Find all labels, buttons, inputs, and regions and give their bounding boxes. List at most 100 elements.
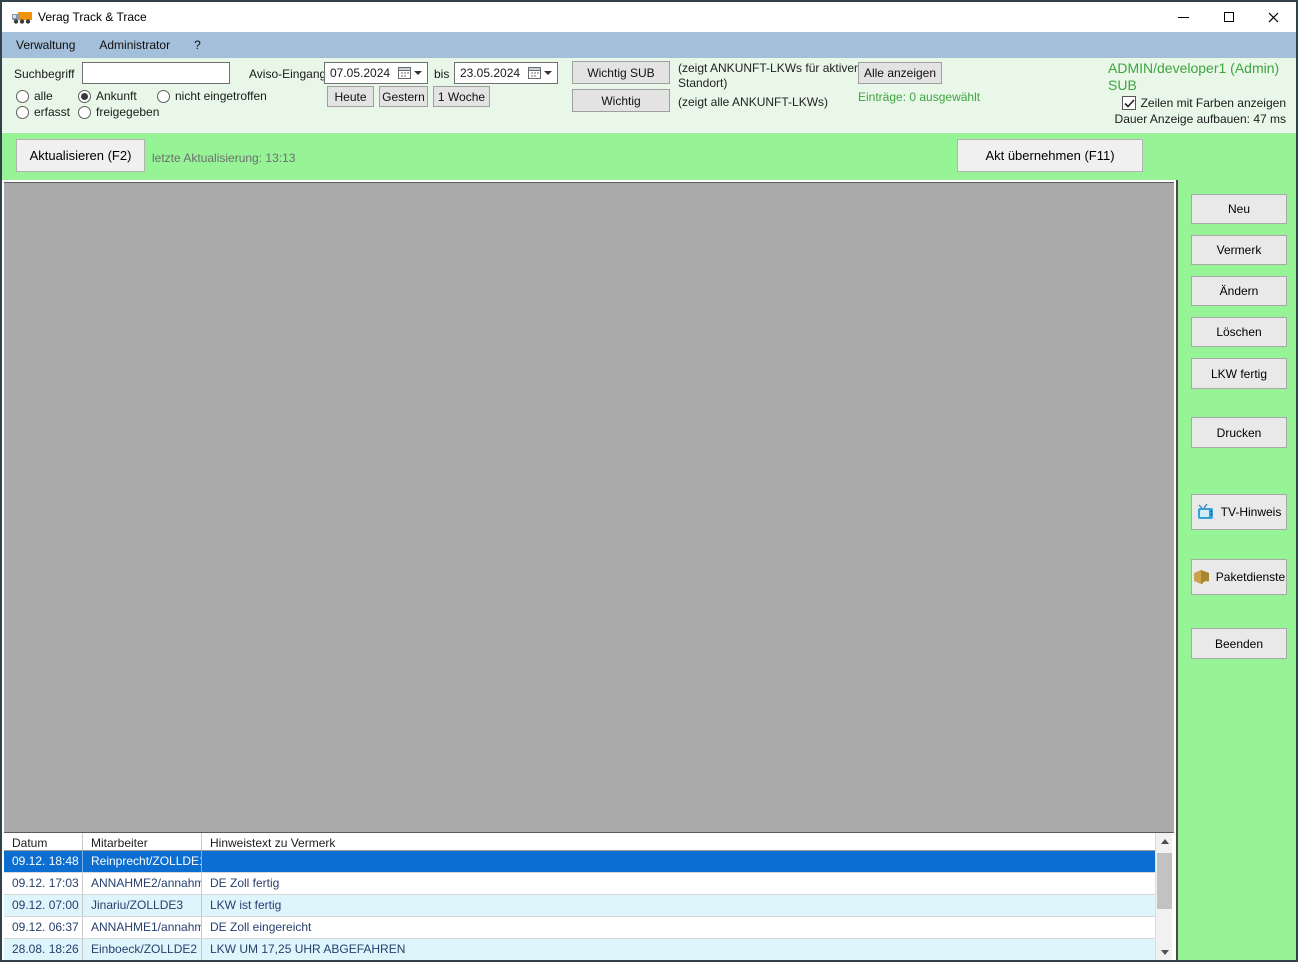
paketdienste-button[interactable]: Paketdienste xyxy=(1191,559,1287,595)
date-to-value: 23.05.2024 xyxy=(460,66,521,80)
table-scrollbar[interactable] xyxy=(1155,833,1173,960)
beenden-button[interactable]: Beenden xyxy=(1191,628,1287,659)
table-row[interactable]: 09.12. 06:37 ANNAHME1/annahme1 DE Zoll e… xyxy=(4,917,1155,939)
radio-alle[interactable]: alle xyxy=(16,89,53,103)
calendar-dropdown-button[interactable] xyxy=(393,63,427,83)
wichtig-button[interactable]: Wichtig xyxy=(572,89,670,112)
cell-datum: 09.12. 07:00 xyxy=(4,895,83,916)
package-icon xyxy=(1193,569,1210,585)
cell-mitarbeiter: ANNAHME2/annahme2 xyxy=(83,873,202,894)
user-info-block: ADMIN/developer1 (Admin) SUB Zeilen mit … xyxy=(1108,60,1286,126)
loeschen-button[interactable]: Löschen xyxy=(1191,317,1287,347)
vermerk-button[interactable]: Vermerk xyxy=(1191,235,1287,265)
cell-mitarbeiter: ANNAHME1/annahme1 xyxy=(83,917,202,938)
column-header-datum[interactable]: Datum xyxy=(4,833,83,850)
search-input[interactable] xyxy=(82,62,230,84)
window-title: Verag Track & Trace xyxy=(38,10,147,24)
menu-help[interactable]: ? xyxy=(182,32,213,58)
radio-label: nicht eingetroffen xyxy=(175,89,267,103)
chevron-down-icon xyxy=(544,71,552,75)
radio-label: Ankunft xyxy=(96,89,137,103)
maximize-icon xyxy=(1223,12,1234,22)
radio-ankunft[interactable]: Ankunft xyxy=(78,89,137,103)
radio-icon xyxy=(16,105,29,119)
alle-anzeigen-button[interactable]: Alle anzeigen xyxy=(858,62,942,84)
minimize-icon xyxy=(1178,16,1189,18)
last-refresh-text: letzte Aktualisierung: 13:13 xyxy=(152,151,296,165)
akt-uebernehmen-button[interactable]: Akt übernehmen (F11) xyxy=(957,139,1143,172)
aendern-button[interactable]: Ändern xyxy=(1191,276,1287,306)
scroll-up-button[interactable] xyxy=(1156,833,1173,850)
cell-mitarbeiter: Jinariu/ZOLLDE3 xyxy=(83,895,202,916)
date-from-picker[interactable]: 07.05.2024 xyxy=(324,62,428,84)
maximize-button[interactable] xyxy=(1206,2,1251,32)
cell-datum: 09.12. 17:03 xyxy=(4,873,83,894)
filter-toolbar: Suchbegriff alle Ankunft nicht eingetrof… xyxy=(2,58,1296,132)
lkw-fertig-button[interactable]: LKW fertig xyxy=(1191,358,1287,389)
cell-datum: 09.12. 18:48 xyxy=(4,851,83,872)
table-row[interactable]: 09.12. 07:00 Jinariu/ZOLLDE3 LKW ist fer… xyxy=(4,895,1155,917)
column-header-hinweistext[interactable]: Hinweistext zu Vermerk xyxy=(202,833,1155,850)
calendar-dropdown-button[interactable] xyxy=(523,63,557,83)
radio-erfasst[interactable]: erfasst xyxy=(16,105,70,119)
table-row[interactable]: 28.08. 18:26 Einboeck/ZOLLDE2 LKW UM 17,… xyxy=(4,939,1155,960)
wichtig-sub-button[interactable]: Wichtig SUB xyxy=(572,61,670,84)
radio-icon xyxy=(78,89,91,103)
drucken-button[interactable]: Drucken xyxy=(1191,417,1287,448)
aviso-eingang-label: Aviso-Eingang xyxy=(249,67,327,81)
chevron-down-icon xyxy=(414,71,422,75)
radio-icon xyxy=(16,89,29,103)
cell-mitarbeiter: Reinprecht/ZOLLDE1 xyxy=(83,851,202,872)
cell-datum: 09.12. 06:37 xyxy=(4,917,83,938)
radio-label: freigegeben xyxy=(96,105,160,119)
close-button[interactable] xyxy=(1251,2,1296,32)
grid-header: Datum Mitarbeiter Hinweistext zu Vermerk xyxy=(4,833,1155,851)
cell-hinweis xyxy=(202,851,1155,872)
scrollbar-thumb[interactable] xyxy=(1157,853,1172,909)
empty-list-pane xyxy=(4,182,1174,832)
scroll-down-button[interactable] xyxy=(1156,944,1173,960)
radio-nicht-eingetroffen[interactable]: nicht eingetroffen xyxy=(157,89,267,103)
radio-freigegeben[interactable]: freigegeben xyxy=(78,105,159,119)
arrow-down-icon xyxy=(1160,950,1169,955)
heute-button[interactable]: Heute xyxy=(327,86,374,107)
menu-verwaltung[interactable]: Verwaltung xyxy=(2,32,87,58)
date-to-picker[interactable]: 23.05.2024 xyxy=(454,62,558,84)
checkbox-label: Zeilen mit Farben anzeigen xyxy=(1140,96,1286,110)
calendar-icon xyxy=(398,67,411,79)
main-content: Datum Mitarbeiter Hinweistext zu Vermerk… xyxy=(2,180,1296,960)
checkbox-icon xyxy=(1121,96,1136,110)
button-label: Paketdienste xyxy=(1215,570,1286,584)
action-sidebar: Neu Vermerk Ändern Löschen LKW fertig Dr… xyxy=(1176,180,1296,960)
tv-hinweis-button[interactable]: TV-Hinweis xyxy=(1191,494,1287,530)
menu-bar: Verwaltung Administrator ? xyxy=(2,32,1296,58)
eine-woche-button[interactable]: 1 Woche xyxy=(433,86,490,107)
close-icon xyxy=(1268,12,1279,22)
table-row[interactable]: 09.12. 18:48 Reinprecht/ZOLLDE1 xyxy=(4,851,1155,873)
neu-button[interactable]: Neu xyxy=(1191,194,1287,224)
radio-label: alle xyxy=(34,89,53,103)
cell-mitarbeiter: Einboeck/ZOLLDE2 xyxy=(83,939,202,960)
minimize-button[interactable] xyxy=(1161,2,1206,32)
tv-icon xyxy=(1197,504,1215,520)
menu-administrator[interactable]: Administrator xyxy=(87,32,182,58)
date-from-value: 07.05.2024 xyxy=(330,66,391,80)
radio-icon xyxy=(157,89,170,103)
row-colors-checkbox[interactable]: Zeilen mit Farben anzeigen xyxy=(1108,96,1286,110)
title-bar: Verag Track & Trace xyxy=(2,2,1296,32)
aktualisieren-button[interactable]: Aktualisieren (F2) xyxy=(16,139,145,172)
cell-hinweis: LKW UM 17,25 UHR ABGEFAHREN xyxy=(210,942,406,956)
table-row[interactable]: 09.12. 17:03 ANNAHME2/annahme2 DE Zoll f… xyxy=(4,873,1155,895)
gestern-button[interactable]: Gestern xyxy=(379,86,428,107)
user-name: ADMIN/developer1 (Admin) xyxy=(1108,60,1280,76)
command-bar: Aktualisieren (F2) letzte Aktualisierung… xyxy=(2,132,1296,180)
render-duration-text: Dauer Anzeige aufbauen: 47 ms xyxy=(1114,112,1286,126)
cell-hinweis: DE Zoll eingereicht xyxy=(210,920,312,934)
arrow-up-icon xyxy=(1160,839,1169,844)
user-site: SUB xyxy=(1108,77,1137,93)
column-header-mitarbeiter[interactable]: Mitarbeiter xyxy=(83,833,202,850)
cell-datum: 28.08. 18:26 xyxy=(4,939,83,960)
vermerk-table: Datum Mitarbeiter Hinweistext zu Vermerk… xyxy=(4,832,1174,960)
cell-hinweis: LKW ist fertig xyxy=(210,898,282,912)
radio-icon xyxy=(78,105,91,119)
